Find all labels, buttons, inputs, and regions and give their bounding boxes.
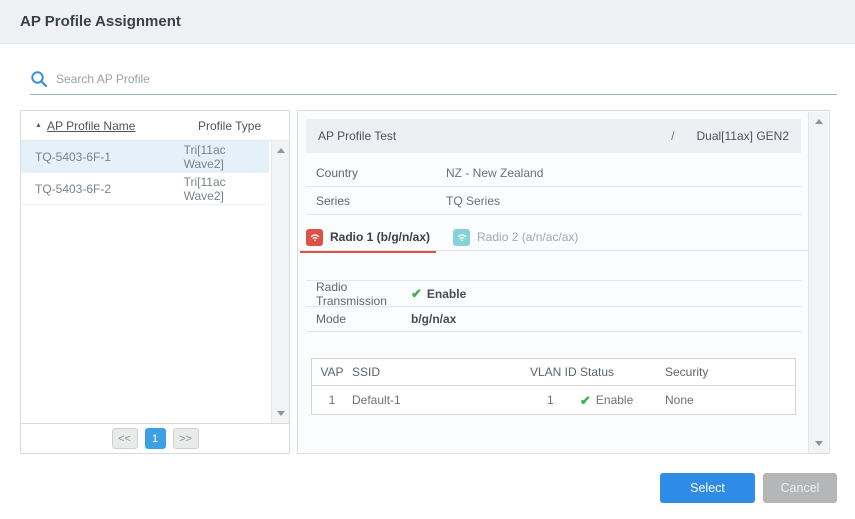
radio-tabs: Radio 1 (b/g/n/ax) Radio 2 (a/n/ac/ax): [306, 224, 801, 253]
right-panel-scrollbar[interactable]: [808, 112, 828, 453]
tab-radio-2-label: Radio 2 (a/n/ac/ax): [477, 230, 578, 244]
scroll-up-icon[interactable]: [815, 119, 823, 124]
series-value: TQ Series: [446, 194, 500, 208]
check-icon: ✔: [580, 394, 591, 407]
field-series: Series TQ Series: [306, 187, 801, 215]
status-column-header: Status: [580, 365, 665, 379]
search-icon: [30, 70, 48, 88]
scroll-down-icon[interactable]: [815, 441, 823, 446]
mode-value: b/g/n/ax: [411, 312, 456, 326]
security-column-header: Security: [665, 365, 797, 379]
profile-test-name: AP Profile Test: [318, 129, 671, 143]
table-row[interactable]: TQ-5403-6F-2 Tri[11ac Wave2]: [21, 173, 269, 205]
profile-detail-titlebar: AP Profile Test / Dual[11ax] GEN2: [306, 119, 801, 153]
security-cell: None: [665, 393, 797, 407]
column-ap-profile-name[interactable]: ▲ AP Profile Name: [21, 119, 135, 133]
profile-list-body: TQ-5403-6F-1 Tri[11ac Wave2] TQ-5403-6F-…: [21, 141, 289, 423]
dialog-header: AP Profile Assignment: [0, 0, 855, 44]
profile-fields: Country NZ - New Zealand Series TQ Serie…: [306, 159, 801, 215]
status-cell: ✔ Enable: [580, 393, 665, 407]
tab-radio-1[interactable]: Radio 1 (b/g/n/ax): [306, 224, 430, 250]
radio-settings: Radio Transmission ✔ Enable Mode b/g/n/a…: [306, 280, 801, 332]
vlan-cell: 1: [530, 393, 580, 407]
vap-table-header: VAP SSID VLAN ID Status Security: [312, 359, 795, 386]
search-bar: [30, 64, 837, 95]
pagination-page-1-button[interactable]: 1: [145, 428, 166, 449]
profile-detail-panel: AP Profile Test / Dual[11ax] GEN2 Countr…: [297, 110, 830, 454]
dialog-title: AP Profile Assignment: [20, 13, 181, 30]
vap-cell: 1: [312, 393, 352, 407]
ssid-column-header: SSID: [352, 365, 530, 379]
column-profile-type[interactable]: Profile Type: [198, 119, 261, 133]
table-row: 1 Default-1 1 ✔ Enable None: [312, 386, 795, 414]
radio2-wifi-icon: [453, 229, 470, 246]
pagination-prev-button[interactable]: <<: [112, 428, 138, 449]
mode-label: Mode: [306, 312, 411, 326]
tab-radio-1-label: Radio 1 (b/g/n/ax): [330, 230, 430, 244]
profile-model: Dual[11ax] GEN2: [697, 129, 790, 143]
profile-type-cell: Tri[11ac Wave2]: [184, 143, 269, 171]
select-button[interactable]: Select: [660, 473, 755, 503]
field-mode: Mode b/g/n/ax: [306, 306, 801, 332]
table-row[interactable]: TQ-5403-6F-1 Tri[11ac Wave2]: [21, 141, 269, 173]
scroll-down-icon[interactable]: [277, 411, 285, 416]
titlebar-slash: /: [671, 129, 674, 143]
country-value: NZ - New Zealand: [446, 166, 543, 180]
radio1-wifi-icon: [306, 229, 323, 246]
left-panel-scrollbar[interactable]: [271, 141, 289, 423]
cancel-button[interactable]: Cancel: [763, 473, 837, 503]
country-label: Country: [306, 166, 446, 180]
tabs-bottom-border: [299, 250, 810, 251]
radio-transmission-status: Enable: [427, 287, 466, 301]
ap-profile-assignment-dialog: AP Profile Assignment ▲ AP Profile Name …: [0, 0, 855, 519]
pagination-next-button[interactable]: >>: [173, 428, 199, 449]
radio-transmission-label: Radio Transmission: [306, 280, 411, 308]
profile-name-cell: TQ-5403-6F-1: [21, 150, 184, 164]
sort-asc-icon: ▲: [35, 122, 42, 129]
vap-table: VAP SSID VLAN ID Status Security 1 Defau…: [311, 358, 796, 415]
ssid-cell: Default-1: [352, 393, 530, 407]
pagination: << 1 >>: [21, 423, 289, 453]
field-radio-transmission: Radio Transmission ✔ Enable: [306, 280, 801, 306]
radio-transmission-value: ✔ Enable: [411, 287, 466, 301]
scroll-up-icon[interactable]: [277, 148, 285, 153]
vap-column-header: VAP: [312, 365, 352, 379]
profile-type-cell: Tri[11ac Wave2]: [184, 175, 269, 203]
profile-name-cell: TQ-5403-6F-2: [21, 182, 184, 196]
field-country: Country NZ - New Zealand: [306, 159, 801, 187]
status-text: Enable: [596, 393, 633, 407]
series-label: Series: [306, 194, 446, 208]
profile-detail-content: AP Profile Test / Dual[11ax] GEN2 Countr…: [306, 119, 801, 415]
profile-list-panel: ▲ AP Profile Name Profile Type TQ-5403-6…: [20, 110, 290, 454]
vlan-id-column-header: VLAN ID: [530, 365, 580, 379]
search-input[interactable]: [56, 72, 837, 86]
column-label-name: AP Profile Name: [47, 119, 135, 133]
profile-list-header: ▲ AP Profile Name Profile Type: [21, 111, 289, 141]
tab-radio-2[interactable]: Radio 2 (a/n/ac/ax): [453, 224, 578, 250]
check-icon: ✔: [411, 287, 422, 300]
